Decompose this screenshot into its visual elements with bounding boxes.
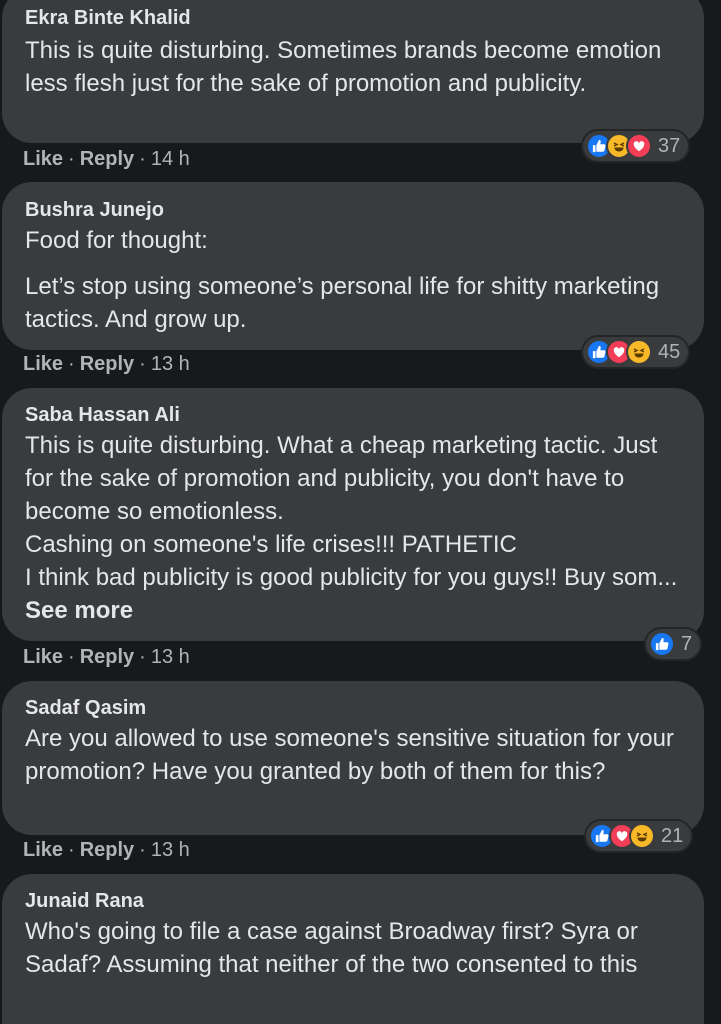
- comment-bubble[interactable]: Sadaf Qasim Are you allowed to use someo…: [2, 681, 704, 835]
- reaction-count: 45: [658, 340, 681, 363]
- comment-line-text: I think bad publicity is good publicity …: [25, 564, 678, 591]
- separator: ·: [139, 646, 146, 668]
- reply-button[interactable]: Reply: [80, 646, 134, 668]
- comment-bubble[interactable]: Bushra Junejo Food for thought: Let’s st…: [2, 182, 704, 350]
- separator: ·: [68, 839, 75, 861]
- comment-bubble[interactable]: Saba Hassan Ali This is quite disturbing…: [2, 388, 704, 641]
- comment-line: Let’s stop using someone’s personal life…: [25, 273, 660, 333]
- reaction-summary[interactable]: 21: [584, 819, 694, 853]
- comment-author[interactable]: Junaid Rana: [25, 887, 144, 915]
- reaction-count: 37: [658, 134, 681, 157]
- reaction-summary[interactable]: 7: [644, 627, 703, 661]
- comment-line: Who's going to file a case against Broad…: [25, 918, 638, 978]
- reaction-summary[interactable]: 45: [581, 335, 691, 369]
- reply-button[interactable]: Reply: [80, 839, 134, 861]
- reply-button[interactable]: Reply: [80, 353, 134, 375]
- comment-time[interactable]: 13 h: [151, 353, 190, 375]
- comment-author[interactable]: Bushra Junejo: [25, 196, 164, 224]
- comment-line: Food for thought:: [25, 227, 208, 254]
- comment-author[interactable]: Ekra Binte Khalid: [25, 4, 191, 32]
- comment-author[interactable]: Sadaf Qasim: [25, 694, 146, 722]
- reaction-count: 21: [661, 824, 684, 847]
- comment-text: Who's going to file a case against Broad…: [25, 915, 690, 981]
- comment-text: This is quite disturbing. What a cheap m…: [25, 429, 690, 627]
- comment-line: Cashing on someone's life crises!!! PATH…: [25, 531, 517, 558]
- separator: ·: [68, 148, 75, 170]
- comment-actions: Like · Reply · 13 h: [23, 644, 190, 670]
- comment-actions: Like · Reply · 13 h: [23, 351, 190, 377]
- comment-text: This is quite disturbing. Sometimes bran…: [25, 34, 690, 100]
- like-icon: [649, 631, 675, 657]
- separator: ·: [68, 646, 75, 668]
- comment-bubble[interactable]: Junaid Rana Who's going to file a case a…: [2, 874, 704, 1024]
- like-button[interactable]: Like: [23, 839, 63, 861]
- comment-actions: Like · Reply · 13 h: [23, 837, 190, 863]
- comment-actions: Like · Reply · 14 h: [23, 146, 190, 172]
- comment-time[interactable]: 14 h: [151, 148, 190, 170]
- comment-time[interactable]: 13 h: [151, 839, 190, 861]
- like-button[interactable]: Like: [23, 148, 63, 170]
- comment-line: I think bad publicity is good publicity …: [25, 561, 690, 627]
- comment-time[interactable]: 13 h: [151, 646, 190, 668]
- reaction-summary[interactable]: 37: [581, 129, 691, 163]
- separator: ·: [139, 148, 146, 170]
- comment-line: This is quite disturbing. What a cheap m…: [25, 432, 658, 525]
- like-button[interactable]: Like: [23, 353, 63, 375]
- comment-line: Are you allowed to use someone's sensiti…: [25, 725, 674, 785]
- comment-bubble[interactable]: Ekra Binte Khalid This is quite disturbi…: [2, 0, 704, 143]
- separator: ·: [139, 353, 146, 375]
- like-button[interactable]: Like: [23, 646, 63, 668]
- haha-icon: [626, 339, 652, 365]
- comment-line: This is quite disturbing. Sometimes bran…: [25, 37, 662, 97]
- comment-text: Are you allowed to use someone's sensiti…: [25, 722, 690, 788]
- comment-author[interactable]: Saba Hassan Ali: [25, 401, 180, 429]
- see-more-link[interactable]: See more: [25, 597, 133, 624]
- comment-text: Food for thought: Let’s stop using someo…: [25, 224, 690, 336]
- love-icon: [626, 133, 652, 159]
- reaction-count: 7: [681, 632, 693, 655]
- separator: ·: [139, 839, 146, 861]
- reply-button[interactable]: Reply: [80, 148, 134, 170]
- separator: ·: [68, 353, 75, 375]
- haha-icon: [629, 823, 655, 849]
